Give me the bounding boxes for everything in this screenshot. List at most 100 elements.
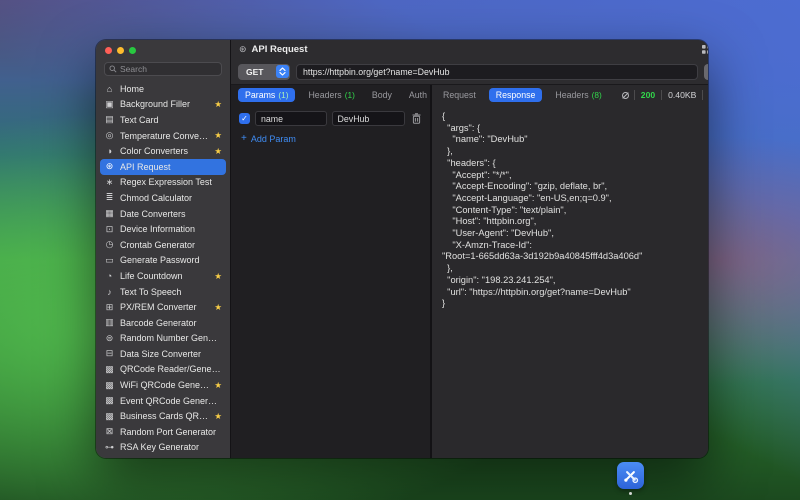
sidebar-item[interactable]: ⊞ PX/REM Converter ★ xyxy=(100,299,226,315)
search-icon xyxy=(109,65,117,73)
response-tab-label: Response xyxy=(496,90,536,100)
sidebar-item[interactable]: ◎ Temperature Converter ★ xyxy=(100,128,226,144)
minimize-button[interactable] xyxy=(117,47,124,54)
link-icon[interactable] xyxy=(615,91,634,100)
sidebar-item-icon: ▭ xyxy=(104,255,115,266)
sidebar-item[interactable]: ⊶ RSA Key Generator ★ xyxy=(100,440,226,456)
sidebar-item[interactable]: ≣ Chmod Calculator ★ xyxy=(100,190,226,206)
sidebar-item[interactable]: ▣ Background Filler ★ xyxy=(100,97,226,113)
sidebar-item-label: RSA Key Generator xyxy=(120,442,222,452)
request-tabs: Params (1) Headers (1) Body Auth xyxy=(231,85,430,105)
sidebar-item-label: Business Cards QRCode... xyxy=(120,411,209,421)
method-select[interactable]: GET xyxy=(238,64,290,80)
sidebar-item-icon: ▩ xyxy=(104,395,115,406)
sidebar-item-icon: ⊡ xyxy=(104,224,115,235)
sidebar-item[interactable]: ◔ Life Countdown ★ xyxy=(100,268,226,284)
request-tab[interactable]: Body xyxy=(368,88,396,102)
request-tab-label: Auth xyxy=(409,90,427,100)
response-tab[interactable]: Headers (8) xyxy=(551,88,605,102)
response-body: { "args": { "name": "DevHub" }, "headers… xyxy=(432,105,708,458)
sidebar-item-icon: ▩ xyxy=(104,411,115,422)
sidebar-item-icon: ▣ xyxy=(104,99,115,110)
app-window: ⌂ Home ★ ▣ Background Filler ★ ▤ Text Ca… xyxy=(96,40,708,458)
content-split: Params (1) Headers (1) Body Auth xyxy=(231,85,708,458)
sidebar-item[interactable]: ⊠ Random Port Generator ★ xyxy=(100,424,226,440)
request-toolbar: GET Send xyxy=(231,59,708,85)
sidebar-item-label: PX/REM Converter xyxy=(120,302,209,312)
sidebar-item-icon: ∗ xyxy=(104,177,115,188)
sidebar-item-label: Event QRCode Generator xyxy=(120,396,222,406)
sidebar-item-icon: ⊛ xyxy=(104,161,115,172)
sidebar-item-label: Life Countdown xyxy=(120,271,209,281)
request-tab[interactable]: Headers (1) xyxy=(304,88,358,102)
sidebar-item-icon: ⊞ xyxy=(104,302,115,313)
sidebar-item-label: Generate Password xyxy=(120,255,222,265)
add-param-button[interactable]: + Add Param xyxy=(231,126,430,144)
sidebar-item[interactable]: ◑ Color Converters ★ xyxy=(100,143,226,159)
response-tab-label: Headers xyxy=(555,90,588,100)
request-panel: Params (1) Headers (1) Body Auth xyxy=(231,85,430,458)
sidebar-item[interactable]: ▤ Text Card ★ xyxy=(100,112,226,128)
sidebar-item[interactable]: ▥ Barcode Generator ★ xyxy=(100,315,226,331)
search-input[interactable] xyxy=(120,64,217,74)
sidebar-item-label: Temperature Converter xyxy=(120,131,209,141)
sidebar-item[interactable]: ▭ Generate Password ★ xyxy=(100,253,226,269)
sidebar-item[interactable]: ⊟ Data Size Converter ★ xyxy=(100,346,226,362)
sidebar-item[interactable]: ▦ Date Converters ★ xyxy=(100,206,226,222)
star-icon: ★ xyxy=(214,381,222,390)
sidebar-item-icon: ◎ xyxy=(104,130,115,141)
param-value-input[interactable] xyxy=(332,111,405,126)
star-icon: ★ xyxy=(214,303,222,312)
sidebar-item-label: Barcode Generator xyxy=(120,318,222,328)
response-tab[interactable]: Request xyxy=(439,88,480,102)
grid-view-icon[interactable] xyxy=(698,44,708,56)
param-row: ✓ xyxy=(231,105,430,126)
sidebar-item[interactable]: ⊜ Random Number Generator ★ xyxy=(100,331,226,347)
param-key-input[interactable] xyxy=(255,111,327,126)
zoom-button[interactable] xyxy=(129,47,136,54)
sidebar-item[interactable]: ▩ WiFi QRCode Generator ★ xyxy=(100,377,226,393)
request-tab-count: (1) xyxy=(345,90,355,100)
sidebar-item-icon: ♪ xyxy=(104,287,115,297)
sidebar-item-label: Home xyxy=(120,84,222,94)
sidebar-item[interactable]: ▩ QRCode Reader/Generator ★ xyxy=(100,362,226,378)
response-tab-group: Request Response Headers (8) xyxy=(439,88,606,102)
response-tab[interactable]: Response xyxy=(489,88,543,102)
sidebar-item-label: WiFi QRCode Generator xyxy=(120,380,209,390)
sidebar-item-icon: ⊜ xyxy=(104,333,115,344)
sidebar-item[interactable]: ⌂ Home ★ xyxy=(100,81,226,97)
star-icon: ★ xyxy=(214,100,222,109)
sidebar-item[interactable]: ♪ Text To Speech ★ xyxy=(100,284,226,300)
traffic-lights xyxy=(96,40,230,58)
sidebar-item-icon: ◔ xyxy=(104,271,115,281)
request-tab-label: Body xyxy=(372,90,392,100)
sidebar-item-label: Text To Speech xyxy=(120,287,222,297)
sidebar-item[interactable]: ⊡ Device Information ★ xyxy=(100,221,226,237)
sidebar-item-label: Chmod Calculator xyxy=(120,193,222,203)
titlebar: ⊛ API Request xyxy=(231,40,708,59)
request-tab[interactable]: Auth xyxy=(405,88,431,102)
sidebar-item[interactable]: ⊛ API Request ★ xyxy=(100,159,226,175)
sidebar-item-icon: ▥ xyxy=(104,317,115,328)
sidebar-item-icon: ▩ xyxy=(104,364,115,375)
response-time: 2.52s xyxy=(702,90,708,100)
request-tab[interactable]: Params (1) xyxy=(238,88,295,102)
response-tabs: Request Response Headers (8) xyxy=(432,85,708,105)
delete-param-icon[interactable] xyxy=(410,112,422,125)
sidebar-item[interactable]: ∗ Regex Expression Test ★ xyxy=(100,175,226,191)
star-icon: ★ xyxy=(214,272,222,281)
search-field[interactable] xyxy=(104,62,222,76)
close-button[interactable] xyxy=(105,47,112,54)
dock-app-icon[interactable] xyxy=(617,462,644,489)
star-icon: ★ xyxy=(214,412,222,421)
sidebar-item[interactable]: ▩ Event QRCode Generator ★ xyxy=(100,393,226,409)
sidebar-item-icon: ⊶ xyxy=(104,442,115,453)
url-input[interactable] xyxy=(296,64,698,80)
sidebar-item[interactable]: ◷ Crontab Generator ★ xyxy=(100,237,226,253)
send-button[interactable]: Send xyxy=(704,64,708,80)
sidebar-item-label: Random Number Generator xyxy=(120,333,222,343)
sidebar-item[interactable]: ▩ Business Cards QRCode... ★ xyxy=(100,408,226,424)
response-panel: Request Response Headers (8) xyxy=(432,85,708,458)
method-label: GET xyxy=(246,67,263,77)
param-enabled-checkbox[interactable]: ✓ xyxy=(239,113,250,124)
